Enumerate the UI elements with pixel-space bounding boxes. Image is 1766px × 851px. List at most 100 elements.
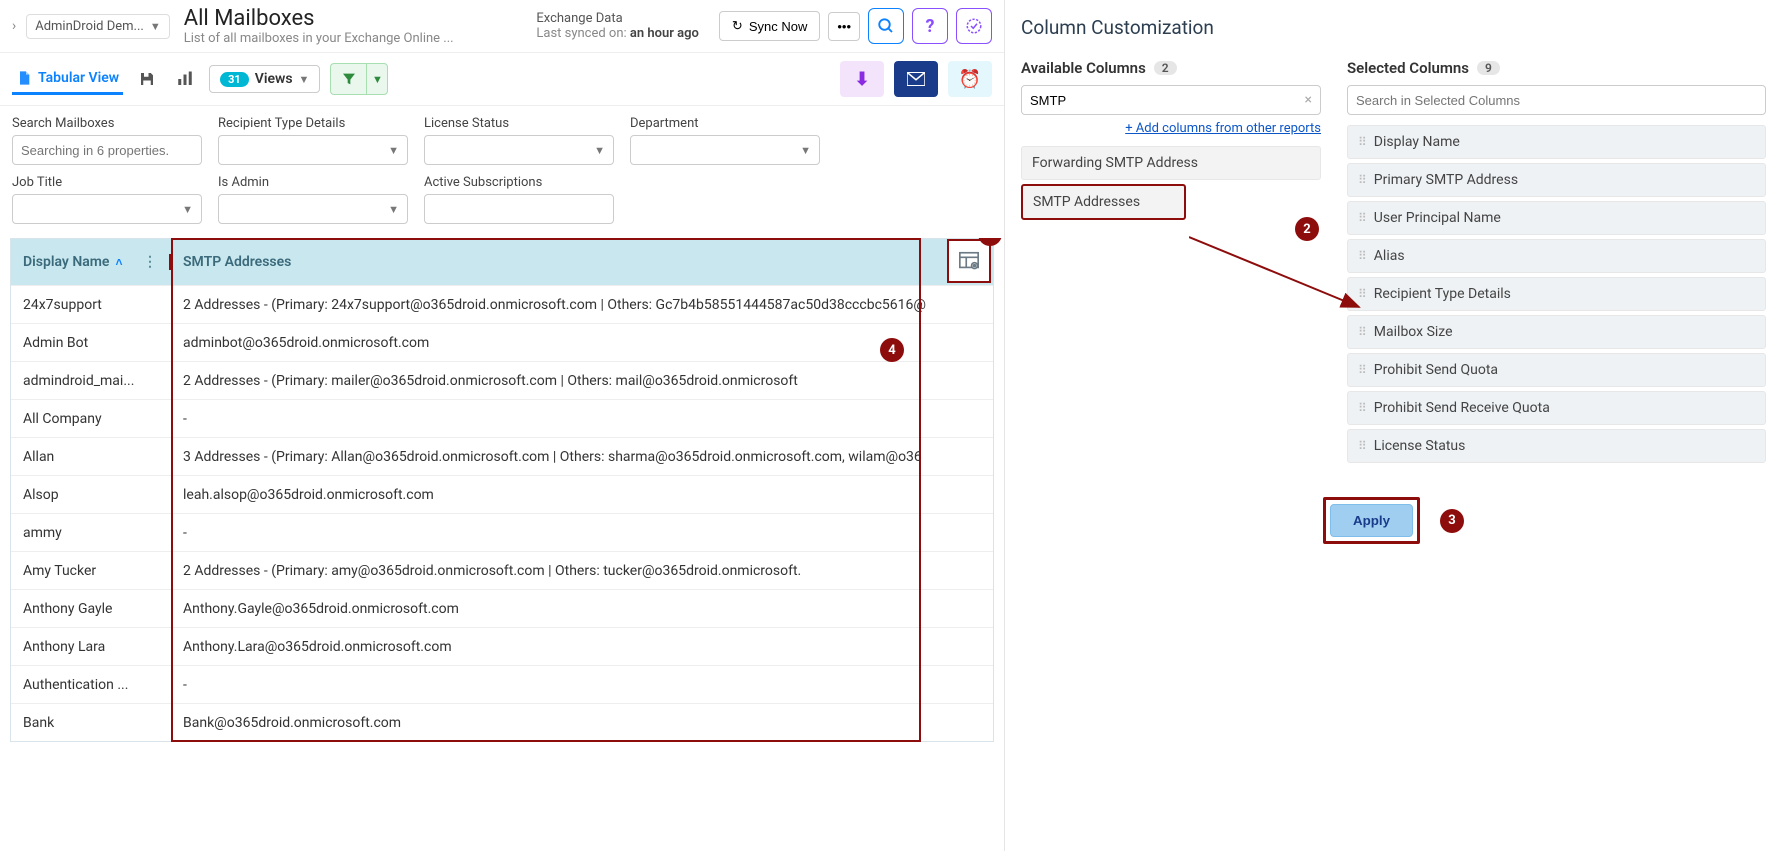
cell-display-name: admindroid_mai... bbox=[11, 373, 171, 389]
table-row[interactable]: Amy Tucker2 Addresses - (Primary: amy@o3… bbox=[11, 551, 993, 589]
help-icon: ? bbox=[926, 16, 935, 37]
views-count-badge: 31 bbox=[220, 72, 249, 87]
cell-smtp: 2 Addresses - (Primary: mailer@o365droid… bbox=[171, 373, 993, 389]
help-button[interactable]: ? bbox=[912, 8, 948, 44]
recipient-type-dropdown[interactable]: ▼ bbox=[218, 135, 408, 165]
table-row[interactable]: Alsopleah.alsop@o365droid.onmicrosoft.co… bbox=[11, 475, 993, 513]
mail-icon bbox=[907, 72, 925, 86]
views-dropdown[interactable]: 31 Views ▼ bbox=[209, 65, 320, 93]
available-item[interactable]: Forwarding SMTP Address bbox=[1021, 146, 1321, 180]
grip-icon: ⠿ bbox=[1358, 173, 1366, 187]
add-columns-link[interactable]: + Add columns from other reports bbox=[1021, 121, 1321, 136]
chevron-down-icon: ▼ bbox=[150, 20, 161, 33]
grip-icon: ⠿ bbox=[1358, 401, 1366, 415]
column-settings-button[interactable] bbox=[947, 239, 991, 283]
selected-search[interactable] bbox=[1347, 85, 1766, 115]
filter-dropdown[interactable]: ▼ bbox=[366, 63, 388, 95]
toolbar: Tabular View 31 Views ▼ ▼ ⬇ bbox=[0, 53, 1004, 106]
selected-item[interactable]: ⠿Display Name bbox=[1347, 125, 1766, 159]
cell-smtp: - bbox=[171, 411, 993, 427]
available-search[interactable]: × bbox=[1021, 85, 1321, 115]
grip-icon: ⠿ bbox=[1358, 135, 1366, 149]
grip-icon: ⠿ bbox=[1358, 363, 1366, 377]
main-panel: › AdminDroid Dem... ▼ All Mailboxes List… bbox=[0, 0, 1005, 851]
job-title-dropdown[interactable]: ▼ bbox=[12, 194, 202, 224]
toolbar-right: ⬇ ⏰ bbox=[840, 61, 992, 97]
tab-tabular-view[interactable]: Tabular View bbox=[12, 64, 123, 95]
alarm-icon: ⏰ bbox=[959, 69, 981, 90]
grip-icon: ⠿ bbox=[1358, 325, 1366, 339]
table-row[interactable]: Authentication ...- bbox=[11, 665, 993, 703]
filter-search: Search Mailboxes bbox=[12, 116, 202, 165]
panel-columns: Available Columns 2 × + Add columns from… bbox=[1021, 59, 1766, 467]
column-header-smtp[interactable]: SMTP Addresses bbox=[171, 254, 993, 270]
page-title: All Mailboxes bbox=[184, 6, 504, 31]
selected-item[interactable]: ⠿Alias bbox=[1347, 239, 1766, 273]
approve-button[interactable] bbox=[956, 8, 992, 44]
selected-item[interactable]: ⠿User Principal Name bbox=[1347, 201, 1766, 235]
selected-item[interactable]: ⠿Mailbox Size bbox=[1347, 315, 1766, 349]
table-row[interactable]: ammy- bbox=[11, 513, 993, 551]
grip-icon: ⠿ bbox=[1358, 439, 1366, 453]
expand-icon[interactable]: › bbox=[12, 18, 16, 34]
selected-item[interactable]: ⠿Prohibit Send Receive Quota bbox=[1347, 391, 1766, 425]
table-row[interactable]: BankBank@o365droid.onmicrosoft.com bbox=[11, 703, 993, 741]
sync-now-button[interactable]: ↻ Sync Now bbox=[719, 11, 820, 41]
filter-department: Department ▼ bbox=[630, 116, 820, 165]
apply-highlight: Apply bbox=[1323, 497, 1420, 544]
search-icon bbox=[877, 17, 895, 35]
table-row[interactable]: All Company- bbox=[11, 399, 993, 437]
table-row[interactable]: Anthony GayleAnthony.Gayle@o365droid.onm… bbox=[11, 589, 993, 627]
sync-title: Exchange Data bbox=[536, 11, 699, 26]
panel-title: Column Customization bbox=[1021, 16, 1766, 39]
sync-info: Exchange Data Last synced on: an hour ag… bbox=[536, 11, 699, 41]
table-row[interactable]: admindroid_mai...2 Addresses - (Primary:… bbox=[11, 361, 993, 399]
search-input[interactable] bbox=[12, 135, 202, 165]
search-button[interactable] bbox=[868, 8, 904, 44]
save-view-button[interactable] bbox=[133, 65, 161, 93]
sort-asc-icon: ˄ bbox=[115, 255, 122, 269]
cell-display-name: 24x7support bbox=[11, 297, 171, 313]
annotation-badge-4: 4 bbox=[880, 338, 904, 362]
alert-button[interactable]: ⏰ bbox=[948, 61, 992, 97]
check-circle-icon bbox=[965, 17, 983, 35]
sync-subtitle: Last synced on: an hour ago bbox=[536, 26, 699, 41]
apply-button[interactable]: Apply bbox=[1330, 504, 1413, 537]
table-row[interactable]: 24x7support2 Addresses - (Primary: 24x7s… bbox=[11, 285, 993, 323]
active-subscriptions-input[interactable] bbox=[424, 194, 614, 224]
available-columns: Available Columns 2 × + Add columns from… bbox=[1021, 59, 1321, 467]
table-row[interactable]: Allan3 Addresses - (Primary: Allan@o365d… bbox=[11, 437, 993, 475]
clear-icon[interactable]: × bbox=[1305, 92, 1312, 108]
cell-display-name: Bank bbox=[11, 715, 171, 731]
cell-smtp: 2 Addresses - (Primary: amy@o365droid.on… bbox=[171, 563, 993, 579]
cell-display-name: Admin Bot bbox=[11, 335, 171, 351]
table-container: 1 Display Name ˄ ⋮ SMTP Addresses 24x7su… bbox=[0, 238, 1004, 851]
column-header-display-name[interactable]: Display Name ˄ ⋮ bbox=[11, 254, 171, 270]
cell-smtp: 2 Addresses - (Primary: 24x7support@o365… bbox=[171, 297, 993, 313]
department-dropdown[interactable]: ▼ bbox=[630, 135, 820, 165]
filter-icon bbox=[341, 71, 357, 87]
org-selector[interactable]: AdminDroid Dem... ▼ bbox=[26, 14, 170, 39]
column-menu-icon[interactable]: ⋮ bbox=[143, 254, 157, 270]
more-button[interactable]: ••• bbox=[828, 12, 860, 41]
is-admin-dropdown[interactable]: ▼ bbox=[218, 194, 408, 224]
selected-count: 9 bbox=[1477, 61, 1500, 75]
table-row[interactable]: Anthony LaraAnthony.Lara@o365droid.onmic… bbox=[11, 627, 993, 665]
cell-smtp: Anthony.Lara@o365droid.onmicrosoft.com bbox=[171, 639, 993, 655]
chart-view-button[interactable] bbox=[171, 65, 199, 93]
available-item-smtp[interactable]: SMTP Addresses bbox=[1021, 184, 1186, 220]
selected-item[interactable]: ⠿Primary SMTP Address bbox=[1347, 163, 1766, 197]
download-button[interactable]: ⬇ bbox=[840, 61, 884, 97]
filter-button[interactable] bbox=[330, 63, 366, 95]
table-row[interactable]: Admin Botadminbot@o365droid.onmicrosoft.… bbox=[11, 323, 993, 361]
chevron-down-icon: ▼ bbox=[299, 73, 310, 86]
cell-smtp: Bank@o365droid.onmicrosoft.com bbox=[171, 715, 993, 731]
selected-item[interactable]: ⠿Recipient Type Details bbox=[1347, 277, 1766, 311]
selected-item[interactable]: ⠿License Status bbox=[1347, 429, 1766, 463]
table-header: Display Name ˄ ⋮ SMTP Addresses bbox=[11, 239, 993, 285]
grip-icon: ⠿ bbox=[1358, 249, 1366, 263]
selected-item[interactable]: ⠿Prohibit Send Quota bbox=[1347, 353, 1766, 387]
license-status-dropdown[interactable]: ▼ bbox=[424, 135, 614, 165]
column-customization-panel: Column Customization Available Columns 2… bbox=[1005, 0, 1766, 851]
email-button[interactable] bbox=[894, 61, 938, 97]
